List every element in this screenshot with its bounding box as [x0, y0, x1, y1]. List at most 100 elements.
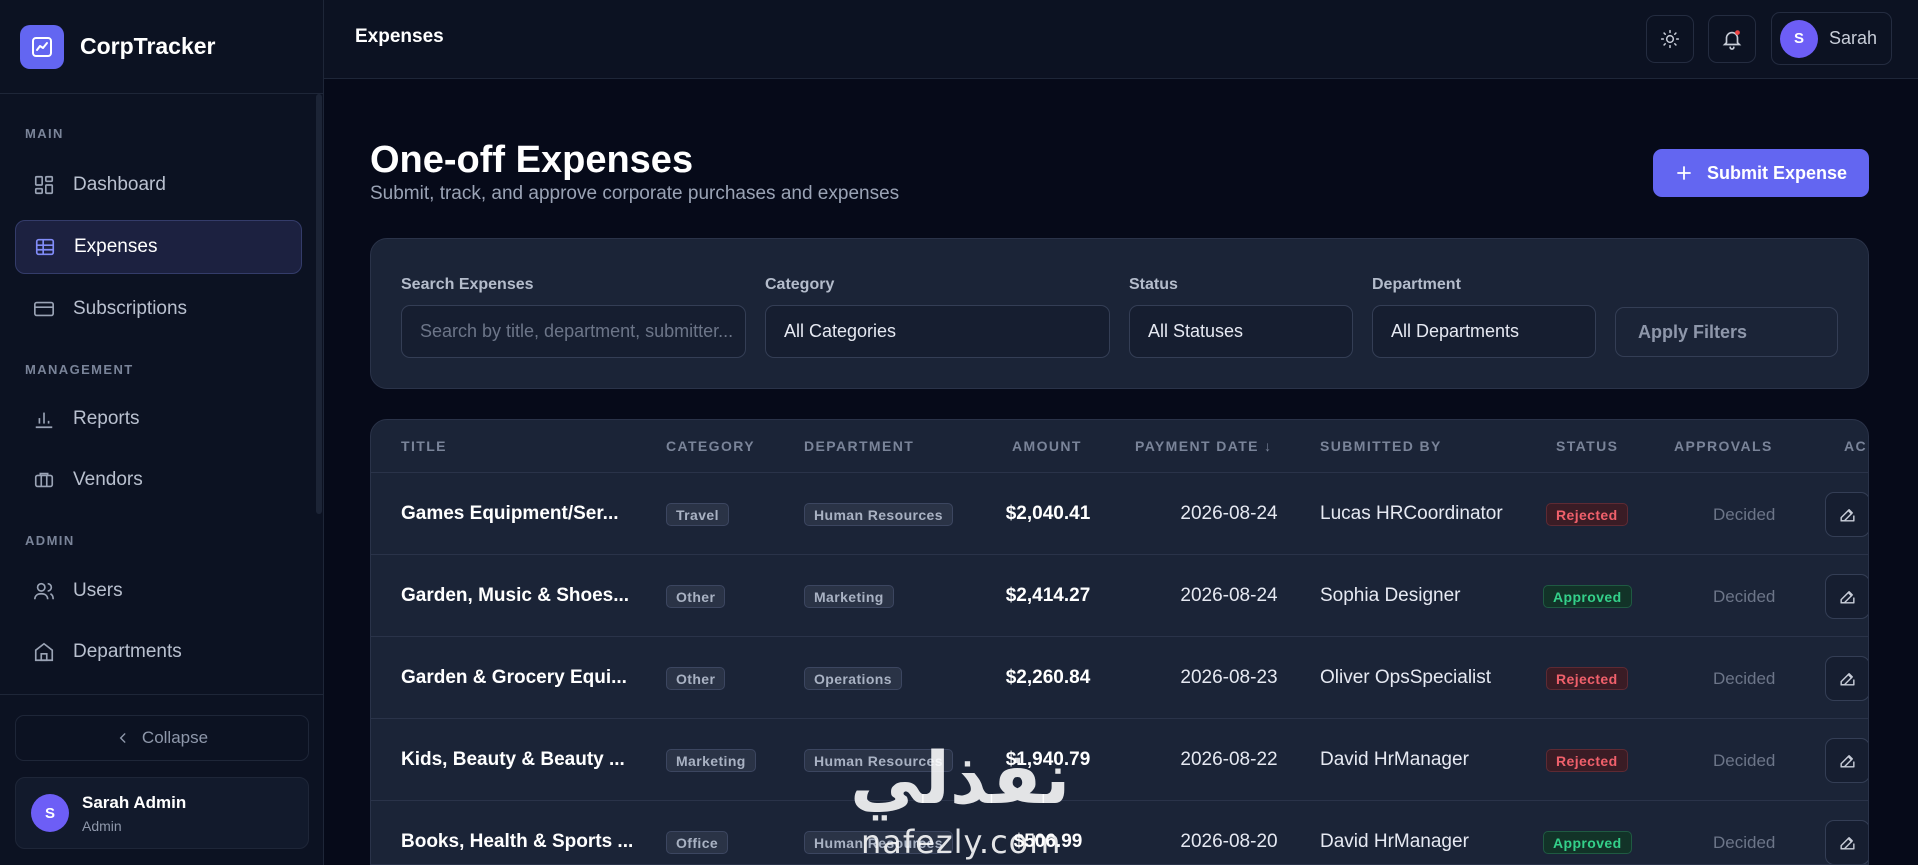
edit-icon — [1840, 755, 1855, 768]
section-label-admin: ADMIN — [25, 533, 75, 548]
status-label: Status — [1129, 276, 1178, 293]
edit-icon — [1840, 509, 1855, 522]
expense-title[interactable]: Kids, Beauty & Beauty ... — [401, 749, 625, 771]
edit-button[interactable] — [1825, 820, 1868, 864]
user-name: Sarah Admin — [82, 792, 187, 812]
edit-button[interactable] — [1825, 492, 1868, 537]
sidebar-item-dashboard[interactable]: Dashboard — [15, 158, 302, 212]
sidebar-item-expenses[interactable]: Expenses — [15, 220, 302, 274]
column-header[interactable]: AC — [1844, 438, 1867, 454]
apply-filters-button[interactable]: Apply Filters — [1615, 307, 1838, 357]
page-title: One-off Expenses — [370, 139, 694, 181]
sidebar-item-subscriptions[interactable]: Subscriptions — [15, 282, 302, 336]
column-header[interactable]: STATUS — [1556, 438, 1618, 454]
sidebar-item-vendors[interactable]: Vendors — [15, 453, 302, 507]
department-select[interactable]: All Departments — [1372, 305, 1596, 358]
page-breadcrumb-title: Expenses — [355, 26, 444, 47]
approvals-status: Decided — [1713, 669, 1776, 688]
approvals-status: Decided — [1713, 833, 1776, 852]
users-icon — [34, 582, 54, 600]
theme-toggle-button[interactable] — [1646, 15, 1694, 63]
approvals-status: Decided — [1713, 587, 1776, 606]
shop-icon — [34, 472, 54, 488]
edit-button[interactable] — [1825, 738, 1868, 783]
avatar: S — [1780, 19, 1818, 58]
bar-chart-icon — [35, 412, 53, 429]
column-header[interactable]: CATEGORY — [666, 438, 755, 454]
sidebar: CorpTracker MAIN Dashboard Expenses Subs… — [0, 0, 324, 865]
notifications-button[interactable] — [1708, 15, 1756, 63]
amount: $2,040.41 — [1005, 503, 1091, 524]
sidebar-item-label: Departments — [73, 641, 182, 662]
edit-button[interactable] — [1825, 656, 1868, 701]
watermark-logo: نفذلي — [850, 736, 1071, 820]
sidebar-item-label: Expenses — [74, 236, 158, 257]
user-name: Sarah — [1829, 28, 1878, 48]
avatar: S — [31, 794, 69, 832]
chevron-left-icon — [119, 733, 126, 743]
plus-icon — [1677, 166, 1691, 180]
approvals-status: Decided — [1713, 505, 1776, 524]
expense-title[interactable]: Books, Health & Sports ... — [401, 831, 633, 853]
sidebar-item-label: Vendors — [73, 469, 143, 490]
expense-title[interactable]: Garden, Music & Shoes... — [401, 585, 629, 607]
sidebar-item-label: Subscriptions — [73, 298, 188, 319]
column-header[interactable]: DEPARTMENT — [804, 438, 914, 454]
trend-chart-icon — [20, 24, 64, 69]
brand[interactable]: CorpTracker — [0, 0, 323, 94]
category-select[interactable]: All Categories — [765, 305, 1110, 358]
search-input[interactable]: Search by title, department, submitter..… — [401, 305, 746, 358]
column-header[interactable]: TITLE — [401, 438, 447, 454]
column-header[interactable]: AMOUNT — [1012, 438, 1082, 454]
page-subtitle: Submit, track, and approve corporate pur… — [370, 183, 900, 204]
collapse-label: Collapse — [141, 728, 209, 747]
submitted-by: Sophia Designer — [1320, 585, 1461, 606]
sidebar-item-label: Users — [73, 580, 123, 601]
payment-date: 2026-08-20 — [1180, 831, 1278, 852]
topbar: Expenses S Sarah — [324, 0, 1918, 79]
column-header[interactable]: APPROVALS — [1674, 438, 1773, 454]
collapse-button[interactable]: Collapse — [15, 715, 309, 761]
sidebar-item-label: Dashboard — [73, 174, 166, 195]
expense-title[interactable]: Games Equipment/Ser... — [401, 503, 619, 525]
payment-date: 2026-08-24 — [1180, 503, 1278, 524]
edit-icon — [1840, 673, 1855, 686]
table-row[interactable]: Garden, Music & Shoes... Other Marketing $2… — [371, 555, 1868, 637]
amount: $2,260.84 — [1005, 667, 1091, 688]
search-label: Search Expenses — [401, 276, 534, 293]
submit-expense-label: Submit Expense — [1706, 162, 1848, 183]
payment-date: 2026-08-22 — [1180, 749, 1278, 770]
approvals-status: Decided — [1713, 751, 1776, 770]
category-label: Category — [765, 276, 835, 293]
filter-panel: Search Expenses Search by title, departm… — [370, 238, 1869, 389]
table-row[interactable]: Kids, Beauty & Beauty ... Marketing Human … — [371, 719, 1868, 801]
column-header[interactable]: SUBMITTED BY — [1320, 438, 1442, 454]
department-badge: Marketing — [804, 585, 894, 608]
sidebar-scrollbar[interactable] — [316, 94, 322, 514]
status-select[interactable]: All Statuses — [1129, 305, 1353, 358]
category-badge: Travel — [666, 503, 729, 526]
category-badge: Other — [666, 667, 726, 690]
sidebar-footer: Collapse S Sarah Admin Admin — [0, 694, 324, 865]
sidebar-item-users[interactable]: Users — [15, 564, 302, 618]
submit-expense-button[interactable]: Submit Expense — [1653, 149, 1869, 197]
sidebar-user-card[interactable]: S Sarah Admin Admin — [15, 777, 309, 849]
submitted-by: David HrManager — [1320, 831, 1469, 852]
user-role: Admin — [82, 817, 122, 834]
sidebar-item-departments[interactable]: Departments — [15, 625, 302, 679]
table-row[interactable]: Games Equipment/Ser... Travel Human Resour… — [371, 473, 1868, 555]
expense-title[interactable]: Garden & Grocery Equi... — [401, 667, 627, 689]
card-icon — [34, 301, 54, 317]
table-row[interactable]: Garden & Grocery Equi... Other Operations $… — [371, 637, 1868, 719]
department-label: Department — [1372, 276, 1461, 293]
payment-date: 2026-08-23 — [1180, 667, 1278, 688]
sidebar-item-reports[interactable]: Reports — [15, 392, 302, 446]
status-badge: Rejected — [1546, 749, 1628, 772]
edit-button[interactable] — [1825, 574, 1868, 619]
table-row[interactable]: Books, Health & Sports ... Office Human Re… — [371, 801, 1868, 864]
category-badge: Other — [666, 585, 726, 608]
column-header-sorted[interactable]: PAYMENT DATE ↓ — [1135, 438, 1273, 454]
submitted-by: Lucas HRCoordinator — [1320, 503, 1503, 524]
section-label-management: MANAGEMENT — [25, 362, 134, 377]
user-menu-button[interactable]: S Sarah — [1771, 12, 1892, 65]
